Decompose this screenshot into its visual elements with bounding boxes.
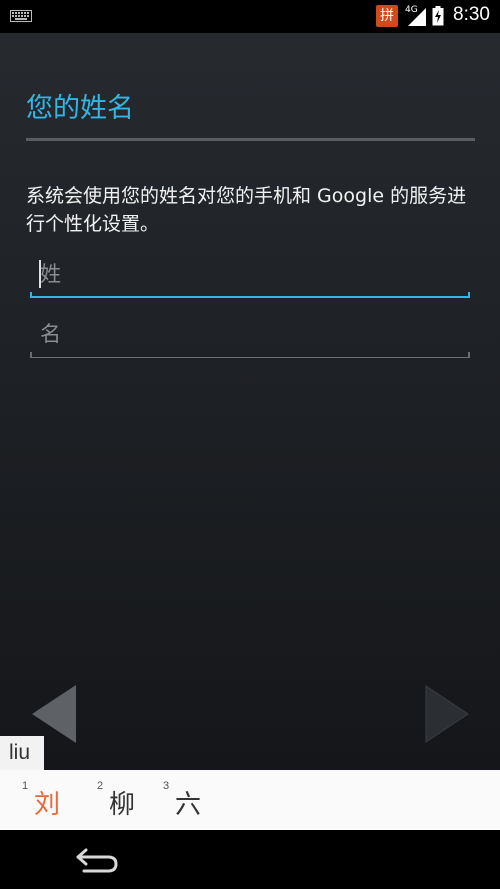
page-description: 系统会使用您的姓名对您的手机和 Google 的服务进行个性化设置。: [26, 185, 467, 235]
keyboard-icon: [10, 10, 32, 22]
underline-tick-right: [468, 352, 470, 358]
first-name-underline: [30, 357, 470, 358]
ime-candidate-bar: 1 刘 2 柳 3 六: [0, 770, 500, 830]
status-bar: 拼 4G 8:30: [0, 0, 500, 33]
ime-candidate[interactable]: 1 刘: [22, 770, 82, 830]
setup-screen: 拼 4G 8:30 您的姓名 系统会使用您的姓名对您的手机和 Google 的服…: [0, 0, 500, 889]
candidate-text: 刘: [34, 790, 61, 820]
last-name-input[interactable]: [30, 254, 470, 294]
text-cursor: [39, 260, 41, 288]
candidate-index: 2: [97, 780, 104, 792]
ime-candidate[interactable]: 3 六: [163, 770, 223, 830]
last-name-field[interactable]: [30, 254, 470, 298]
candidate-text: 柳: [109, 790, 136, 820]
underline-tick-left: [30, 292, 32, 298]
candidate-text: 六: [175, 790, 202, 820]
ime-composing-text: liu: [0, 736, 44, 770]
clock: 8:30: [453, 4, 490, 25]
candidate-index: 1: [22, 780, 29, 792]
underline-tick-right: [468, 292, 470, 298]
system-navigation-bar: [0, 830, 500, 889]
back-arrow-icon[interactable]: [74, 844, 120, 874]
page-title: 您的姓名: [26, 93, 134, 124]
ime-indicator: 拼: [376, 5, 398, 27]
battery-icon: [432, 6, 444, 26]
signal-icon: [408, 8, 426, 26]
underline-tick-left: [30, 352, 32, 358]
candidate-index: 3: [163, 780, 170, 792]
ime-candidate[interactable]: 2 柳: [97, 770, 157, 830]
first-name-field[interactable]: [30, 314, 470, 358]
last-name-underline: [30, 296, 470, 298]
first-name-input[interactable]: [30, 314, 470, 354]
title-divider: [26, 138, 475, 141]
triangle-right-icon[interactable]: [424, 684, 470, 744]
